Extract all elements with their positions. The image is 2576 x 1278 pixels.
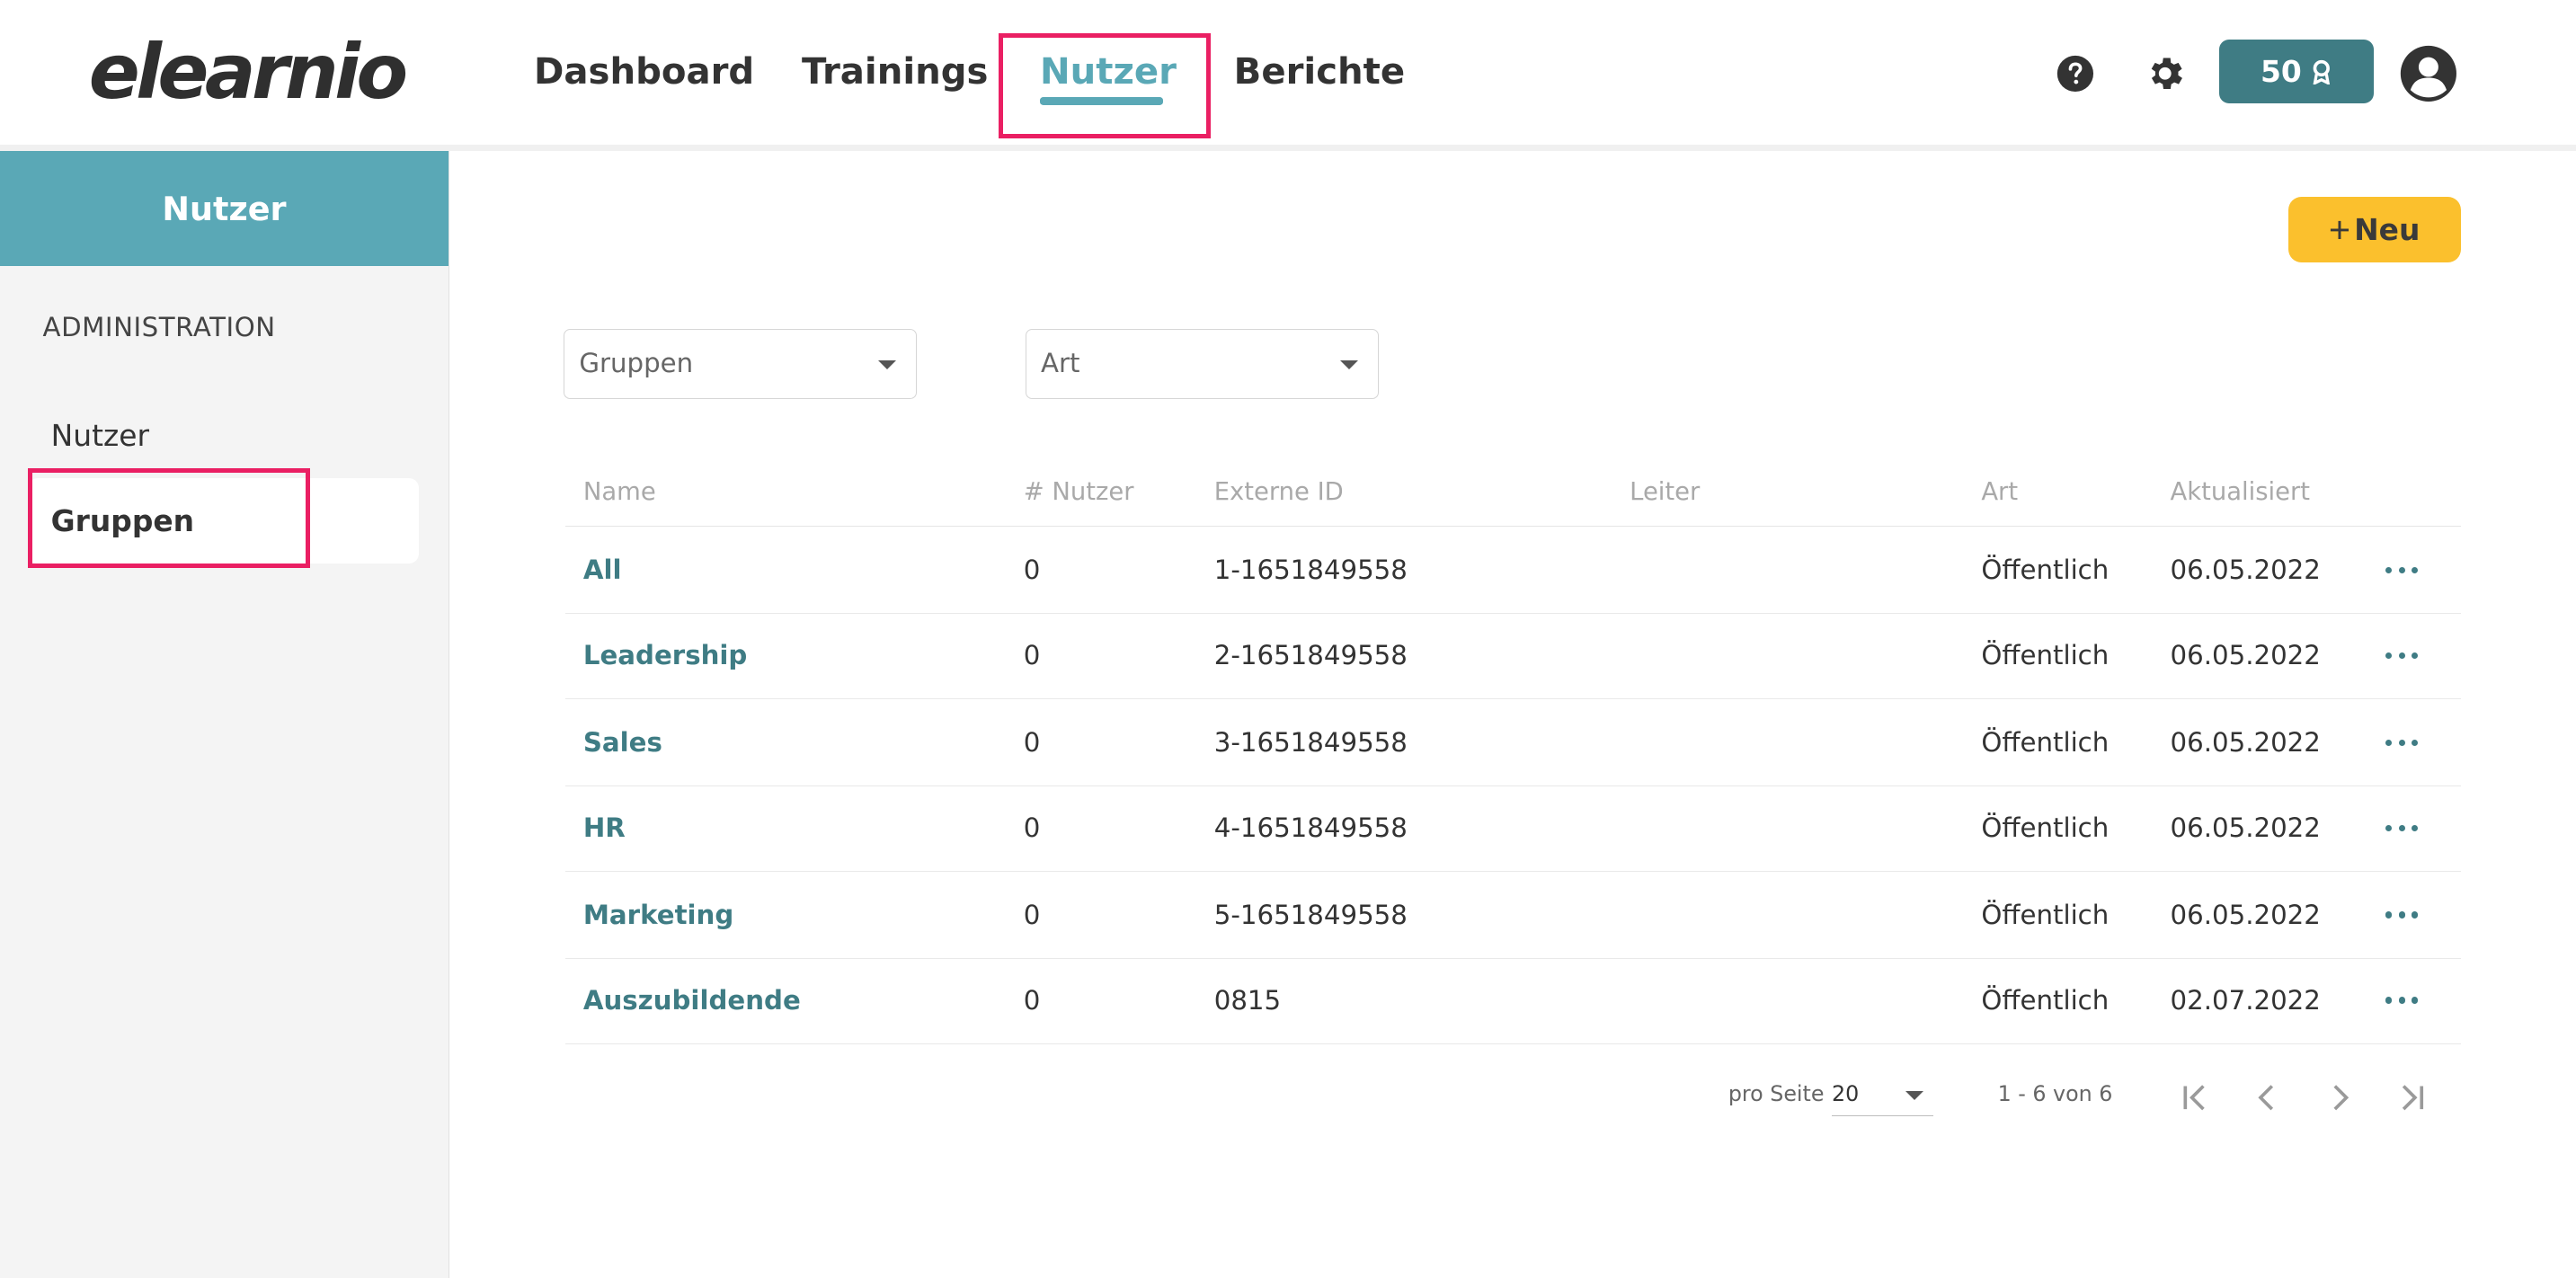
external-id: 5-1651849558 — [1213, 899, 1408, 930]
column-header-external-id[interactable]: Externe ID — [1214, 478, 1344, 506]
column-header-type[interactable]: Art — [1981, 478, 2018, 506]
group-type: Öffentlich — [1981, 812, 2110, 843]
top-bar: elearnio Dashboard Trainings Nutzer Beri… — [0, 0, 2576, 151]
group-name-link[interactable]: All — [583, 528, 622, 613]
next-page-icon[interactable] — [2320, 1078, 2359, 1117]
sidebar-section-label: ADMINISTRATION — [42, 312, 276, 343]
sidebar: Nutzer ADMINISTRATION Nutzer Gruppen — [0, 151, 449, 1278]
sidebar-title: Nutzer — [0, 151, 449, 267]
external-id: 1-1651849558 — [1213, 554, 1408, 585]
table-header: Name # Nutzer Externe ID Leiter Art Aktu… — [564, 460, 2462, 527]
column-header-leader[interactable]: Leiter — [1630, 478, 1700, 506]
table-row: Auszubildende 0 0815 Öffentlich 02.07.20… — [564, 958, 2462, 1044]
per-page-value: 20 — [1831, 1080, 1860, 1106]
group-type: Öffentlich — [1981, 899, 2110, 930]
group-name-link[interactable]: Sales — [583, 700, 662, 785]
table-row: Leadership 0 2-1651849558 Öffentlich 06.… — [564, 613, 2462, 699]
gear-icon[interactable] — [2144, 52, 2187, 95]
per-page-label: pro Seite — [1728, 1080, 1825, 1106]
updated-date: 02.07.2022 — [2170, 984, 2321, 1016]
help-icon[interactable] — [2056, 54, 2095, 93]
group-filter-select[interactable]: Gruppen — [563, 328, 917, 400]
user-count: 0 — [1023, 726, 1041, 758]
group-name-link[interactable]: HR — [583, 785, 626, 871]
more-horizontal-icon[interactable] — [2385, 739, 2419, 750]
group-name-link[interactable]: Marketing — [583, 873, 733, 958]
more-horizontal-icon[interactable] — [2385, 566, 2419, 577]
external-id: 0815 — [1213, 984, 1282, 1016]
credits-value: 50 — [2261, 54, 2302, 89]
user-count: 0 — [1023, 984, 1041, 1016]
per-page-select[interactable]: 20 — [1831, 1076, 1934, 1117]
sidebar-item-label: Nutzer — [50, 417, 150, 453]
group-type: Öffentlich — [1981, 984, 2110, 1016]
sidebar-item-nutzer[interactable]: Nutzer — [28, 393, 419, 478]
more-horizontal-icon[interactable] — [2385, 911, 2419, 921]
more-horizontal-icon[interactable] — [2385, 652, 2419, 662]
user-count: 0 — [1023, 899, 1041, 930]
table-row: HR 0 4-1651849558 Öffentlich 06.05.2022 — [564, 785, 2462, 872]
more-horizontal-icon[interactable] — [2385, 997, 2419, 1007]
updated-date: 06.05.2022 — [2170, 899, 2321, 930]
column-header-updated[interactable]: Aktualisiert — [2171, 478, 2311, 506]
credits-button[interactable]: 50 — [2219, 39, 2375, 104]
group-name-link[interactable]: Leadership — [583, 613, 748, 698]
type-filter-value: Art — [1040, 347, 1080, 378]
external-id: 4-1651849558 — [1213, 812, 1408, 843]
group-type: Öffentlich — [1981, 554, 2110, 585]
group-name-link[interactable]: Auszubildende — [583, 958, 801, 1043]
prev-page-icon[interactable] — [2247, 1078, 2287, 1117]
chevron-down-icon — [1339, 360, 1358, 371]
external-id: 2-1651849558 — [1213, 639, 1408, 670]
updated-date: 06.05.2022 — [2170, 812, 2321, 843]
user-count: 0 — [1023, 554, 1041, 585]
brand-logo[interactable]: elearnio — [89, 23, 408, 122]
first-page-icon[interactable] — [2175, 1078, 2215, 1117]
nav-trainings[interactable]: Trainings — [802, 43, 988, 102]
new-group-button[interactable]: Neu — [2288, 197, 2462, 263]
table-row: Marketing 0 5-1651849558 Öffentlich 06.0… — [564, 873, 2462, 959]
award-icon — [2310, 58, 2333, 85]
user-avatar-icon[interactable] — [2399, 44, 2458, 103]
group-type: Öffentlich — [1981, 726, 2110, 758]
user-count: 0 — [1023, 812, 1041, 843]
column-header-users[interactable]: # Nutzer — [1024, 478, 1134, 506]
more-horizontal-icon[interactable] — [2385, 824, 2419, 835]
plus-icon — [2330, 220, 2349, 240]
highlight-box-nav-nutzer — [999, 32, 1212, 138]
type-filter-select[interactable]: Art — [1025, 328, 1379, 400]
table-row: Sales 0 3-1651849558 Öffentlich 06.05.20… — [564, 700, 2462, 786]
chevron-down-icon — [877, 360, 896, 371]
highlight-box-sidebar-gruppen — [28, 467, 311, 569]
new-button-label: Neu — [2354, 212, 2421, 248]
last-page-icon[interactable] — [2392, 1078, 2431, 1117]
updated-date: 06.05.2022 — [2170, 639, 2321, 670]
nav-berichte[interactable]: Berichte — [1234, 43, 1405, 102]
pagination-range: 1 - 6 von 6 — [1997, 1080, 2113, 1106]
chevron-down-icon — [1905, 1090, 1924, 1101]
external-id: 3-1651849558 — [1213, 726, 1408, 758]
nav-dashboard[interactable]: Dashboard — [534, 43, 754, 102]
table-row: All 0 1-1651849558 Öffentlich 06.05.2022 — [564, 528, 2462, 614]
updated-date: 06.05.2022 — [2170, 726, 2321, 758]
group-filter-value: Gruppen — [579, 347, 694, 378]
group-type: Öffentlich — [1981, 639, 2110, 670]
user-count: 0 — [1023, 639, 1041, 670]
column-header-name[interactable]: Name — [583, 478, 656, 506]
updated-date: 06.05.2022 — [2170, 554, 2321, 585]
